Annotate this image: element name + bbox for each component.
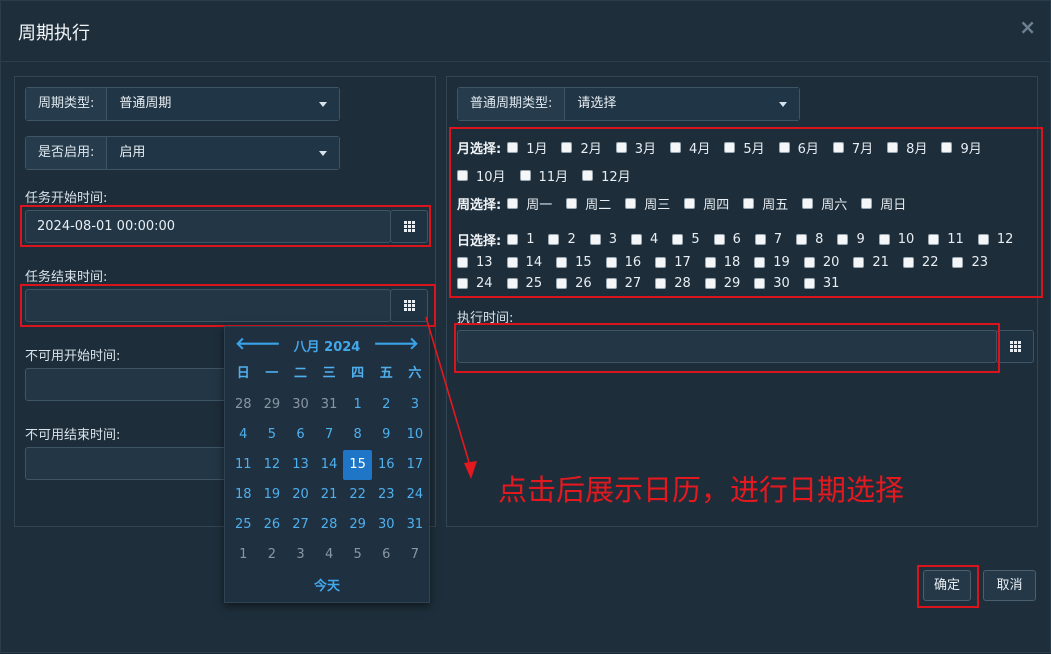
highlight-box-confirm bbox=[917, 565, 979, 608]
cycle-exec-dialog: 周期执行 × 周期类型: 普通周期 是否启用: 启用 任务开始时间: 2024-… bbox=[0, 0, 1051, 653]
annotation-text: 点击后展示日历，进行日期选择 bbox=[498, 473, 905, 507]
cancel-button[interactable]: 取消 bbox=[983, 570, 1036, 601]
annotation-arrow bbox=[425, 316, 477, 479]
